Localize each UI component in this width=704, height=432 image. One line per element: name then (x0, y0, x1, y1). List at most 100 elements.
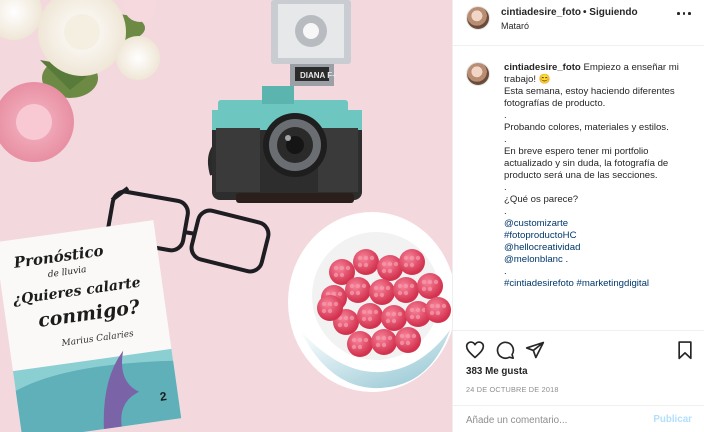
author-avatar[interactable] (466, 6, 490, 30)
caption-line: . (504, 266, 507, 277)
raspberry-drupelet (333, 272, 339, 278)
caption-line: Probando colores, materiales y estilos. (504, 122, 669, 133)
caption-line: . (504, 110, 507, 121)
post-header: cintiadesire_foto • Siguiendo Mataró (453, 0, 704, 46)
caption-username[interactable]: cintiadesire_foto (504, 62, 581, 73)
caption-line: ¿Qué os parece? (504, 194, 579, 205)
raspberry-drupelet (363, 337, 369, 343)
follow-status-label[interactable]: Siguiendo (589, 7, 637, 18)
raspberry-drupelet (327, 308, 333, 314)
raspberry-drupelet (381, 268, 387, 274)
follow-status[interactable]: • Siguiendo (583, 7, 638, 18)
caption-line: . (504, 206, 507, 217)
raspberry-drupelet (421, 279, 427, 285)
raspberry (393, 277, 419, 303)
bookmark-icon[interactable] (675, 340, 695, 360)
raspberry (345, 277, 371, 303)
raspberry-drupelet (333, 301, 339, 307)
raspberry-drupelet (351, 344, 357, 350)
raspberry (377, 255, 403, 281)
raspberry-drupelet (385, 318, 391, 324)
more-options-icon[interactable] (677, 8, 691, 18)
raspberry-drupelet (363, 262, 369, 268)
raspberry-drupelet (429, 303, 435, 309)
raspberry-drupelet (397, 311, 403, 317)
raspberry-drupelet (391, 318, 397, 324)
raspberry (399, 249, 425, 275)
post-caption: cintiadesire_foto Empiezo a enseñar mi t… (504, 62, 694, 290)
raspberry-drupelet (361, 316, 367, 322)
raspberry-drupelet (339, 265, 345, 271)
raspberry-drupelet (411, 333, 417, 339)
caption-tag[interactable]: @customizarte (504, 218, 694, 230)
raspberry-drupelet (409, 262, 415, 268)
author-username[interactable]: cintiadesire_foto (501, 7, 581, 18)
raspberry-drupelet (429, 310, 435, 316)
raspberry (317, 295, 343, 321)
raspberry-drupelet (399, 340, 405, 346)
raspberry-drupelet (367, 316, 373, 322)
caption-author-avatar[interactable] (466, 62, 490, 86)
raspberry-drupelet (387, 268, 393, 274)
post-actions: 383 Me gusta 24 DE OCTUBRE DE 2018 Publi… (453, 330, 704, 432)
comment-icon[interactable] (495, 340, 515, 360)
raspberry-bowl (288, 212, 452, 392)
raspberry-drupelet (367, 309, 373, 315)
flatlay-illustration: DIANA F+ Pronóstico de lluvia ¿Quieres c… (0, 0, 452, 432)
post-date[interactable]: 24 DE OCTUBRE DE 2018 (466, 385, 559, 394)
raspberry-drupelet (405, 340, 411, 346)
caption-tag[interactable]: @hellocreatividad (504, 242, 694, 254)
raspberry-drupelet (415, 307, 421, 313)
comment-input[interactable] (466, 412, 646, 428)
raspberry-drupelet (427, 279, 433, 285)
raspberry-drupelet (405, 333, 411, 339)
raspberry-drupelet (441, 303, 447, 309)
camera-label: DIANA F+ (300, 71, 337, 80)
raspberry (425, 297, 451, 323)
raspberry-drupelet (385, 311, 391, 317)
raspberry (347, 331, 373, 357)
raspberry-drupelet (421, 286, 427, 292)
raspberry-drupelet (435, 310, 441, 316)
caption-tag[interactable]: #cintiadesirefoto #marketingdigital (504, 278, 694, 290)
raspberry-drupelet (345, 265, 351, 271)
raspberry-drupelet (349, 290, 355, 296)
raspberry-drupelet (387, 335, 393, 341)
raspberry-drupelet (337, 291, 343, 297)
publish-button[interactable]: Publicar (653, 414, 692, 425)
raspberry-drupelet (369, 255, 375, 261)
raspberry-drupelet (379, 285, 385, 291)
raspberry-drupelet (397, 283, 403, 289)
raspberry-drupelet (381, 342, 387, 348)
raspberry-drupelet (385, 285, 391, 291)
caption-line: . (504, 134, 507, 145)
heart-icon[interactable] (465, 340, 485, 360)
raspberry (369, 279, 395, 305)
smile-emoji-icon: 😊 (538, 74, 551, 85)
raspberry-drupelet (343, 315, 349, 321)
separator-dot: • (583, 7, 587, 18)
share-icon[interactable] (525, 340, 545, 360)
raspberry (417, 273, 443, 299)
post-location[interactable]: Mataró (501, 21, 529, 31)
likes-count[interactable]: 383 Me gusta (466, 366, 528, 377)
caption-line: Esta semana, estoy haciendo diferentes f… (504, 86, 675, 109)
raspberry-drupelet (391, 311, 397, 317)
raspberry-drupelet (357, 344, 363, 350)
raspberry-drupelet (403, 255, 409, 261)
raspberry-drupelet (379, 292, 385, 298)
raspberry-drupelet (399, 333, 405, 339)
raspberry (371, 329, 397, 355)
raspberry (357, 303, 383, 329)
post-photo[interactable]: DIANA F+ Pronóstico de lluvia ¿Quieres c… (0, 0, 452, 432)
raspberry-drupelet (349, 283, 355, 289)
raspberry (381, 305, 407, 331)
post-sidebar: cintiadesire_foto • Siguiendo Mataró cin… (452, 0, 704, 432)
caption-tag[interactable]: #fotoproductoHC (504, 230, 694, 242)
raspberry-drupelet (403, 262, 409, 268)
raspberry-drupelet (355, 283, 361, 289)
raspberry-drupelet (337, 322, 343, 328)
raspberry-drupelet (357, 262, 363, 268)
raspberry-drupelet (361, 283, 367, 289)
caption-tag[interactable]: @melonblanc . (504, 254, 694, 266)
